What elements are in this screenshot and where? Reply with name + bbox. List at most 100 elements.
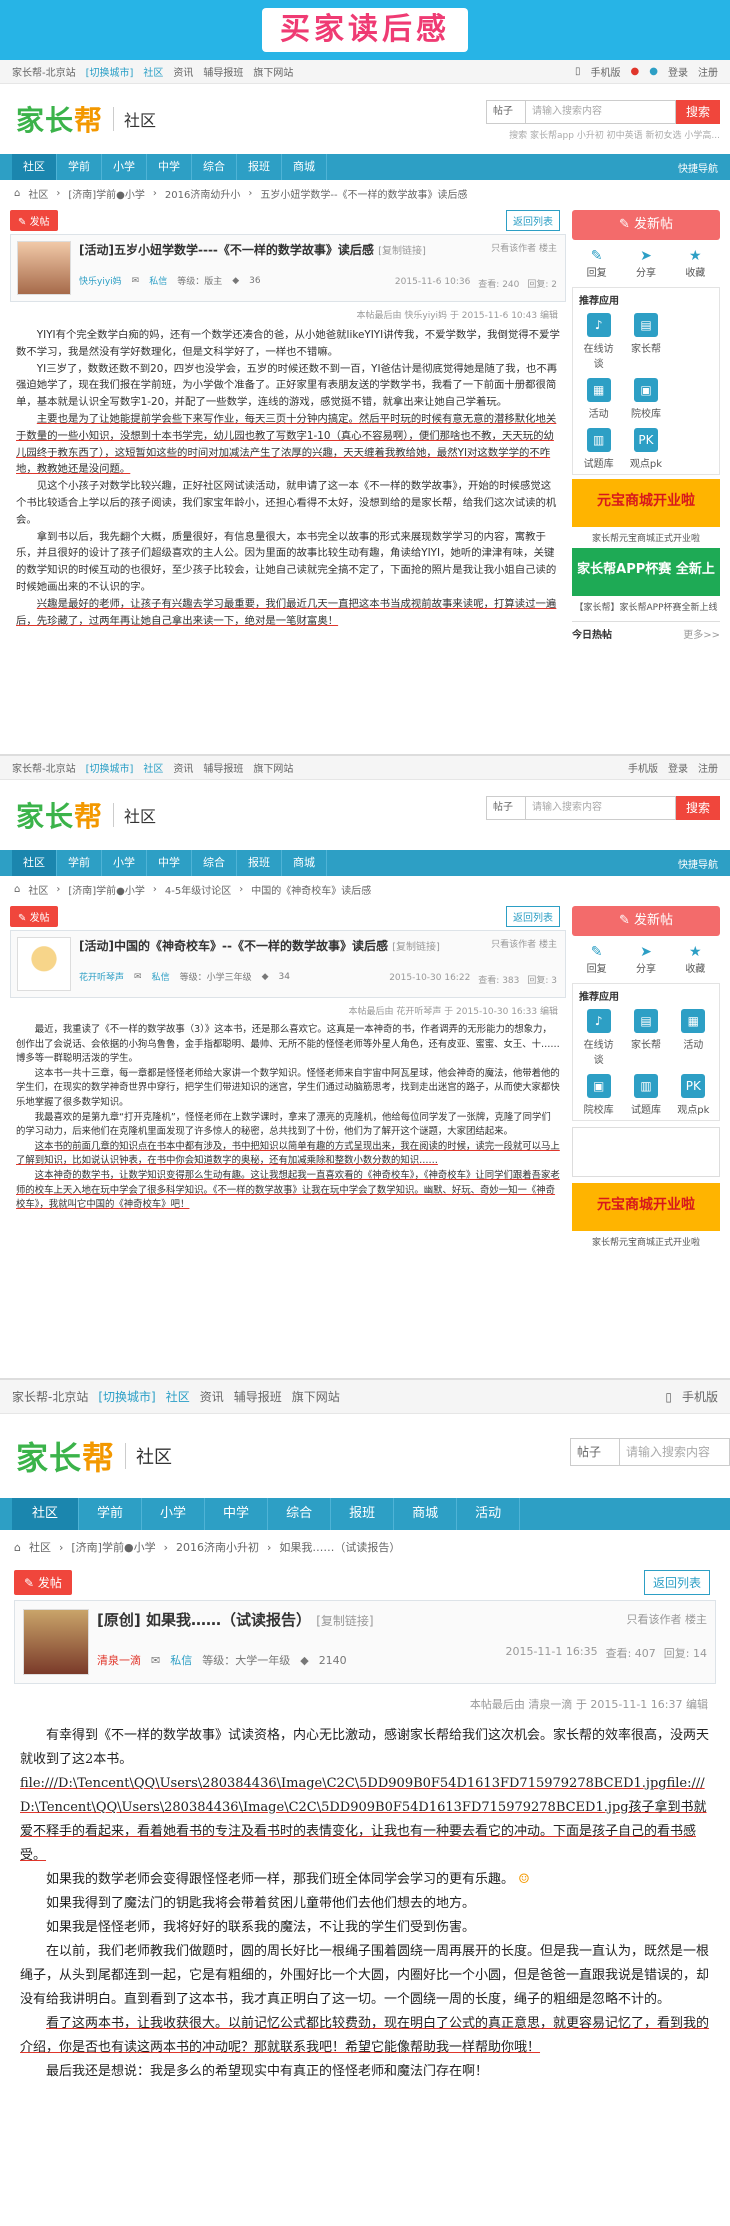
qq-icon[interactable]: ● [649, 66, 658, 77]
mall-ad-banner[interactable]: 元宝商城开业啦 [572, 1183, 720, 1231]
community-link[interactable]: 社区 [166, 1388, 190, 1405]
favorite-action[interactable]: ★ 收藏 [685, 248, 705, 279]
nav-preschool[interactable]: 学前 [57, 154, 102, 180]
avatar[interactable] [17, 241, 71, 295]
nav-community[interactable]: 社区 [12, 1498, 80, 1530]
copy-link[interactable]: [复制链接] [316, 1614, 373, 1628]
private-message-link[interactable]: 私信 [170, 1652, 192, 1668]
post-button[interactable]: ✎ 发帖 [10, 906, 58, 927]
quick-nav[interactable]: 快捷导航 [678, 160, 718, 175]
post-button[interactable]: ✎ 发帖 [14, 1570, 72, 1595]
mobile-link[interactable]: 手机版 [591, 64, 621, 79]
site-logo[interactable]: 家长帮 [16, 1433, 115, 1479]
news-link[interactable]: 资讯 [200, 1388, 224, 1405]
app-exams[interactable]: ▥ 试题库 [626, 1074, 665, 1116]
breadcrumb-item[interactable]: [济南]学前●小学 [71, 1539, 155, 1555]
nav-classes[interactable]: 报班 [237, 850, 282, 876]
register-link[interactable]: 注册 [698, 760, 718, 775]
app-schools[interactable]: ▣ 院校库 [579, 1074, 618, 1116]
private-message-link[interactable]: 私信 [149, 274, 167, 287]
back-to-list-button[interactable]: 返回列表 [506, 906, 560, 927]
nav-general[interactable]: 综合 [192, 154, 237, 180]
app-exams[interactable]: ▥ 试题库 [579, 428, 618, 470]
hot-search-words[interactable]: 搜索 家长帮app 小升初 初中英语 新初女选 小学高... [509, 128, 720, 141]
app-jiazhangbang[interactable]: ▤ 家长帮 [626, 1009, 665, 1066]
weibo-icon[interactable]: ● [631, 66, 640, 77]
app-jiazhangbang[interactable]: ▤ 家长帮 [626, 313, 665, 370]
nav-community[interactable]: 社区 [12, 154, 57, 180]
home-icon[interactable]: ⌂ [14, 884, 20, 895]
apply-link[interactable]: 辅导报班 [203, 64, 243, 79]
mall-ad-caption[interactable]: 家长帮元宝商城正式开业啦 [572, 531, 720, 544]
private-message-link[interactable]: 私信 [152, 970, 170, 983]
app-pk[interactable]: PK 观点pk [626, 428, 665, 470]
breadcrumb-item[interactable]: 4-5年级讨论区 [165, 882, 231, 897]
only-author-link[interactable]: 只看该作者 [627, 1613, 682, 1626]
reply-action[interactable]: ✎ 回复 [587, 944, 607, 975]
quick-nav[interactable]: 快捷导航 [678, 856, 718, 871]
message-icon[interactable]: ✉ [134, 972, 142, 982]
site-logo[interactable]: 家长帮 [16, 99, 103, 139]
app-activity[interactable]: ▦ 活动 [674, 1009, 713, 1066]
nav-primary[interactable]: 小学 [102, 850, 147, 876]
more-link[interactable]: 更多>> [683, 626, 720, 641]
back-to-list-button[interactable]: 返回列表 [506, 210, 560, 231]
author-name[interactable]: 快乐yiyi妈 [79, 274, 122, 287]
app-contest-caption[interactable]: 【家长帮】家长帮APP杯赛全新上线 [572, 600, 720, 613]
message-icon[interactable]: ✉ [132, 276, 140, 286]
avatar[interactable] [17, 937, 71, 991]
message-icon[interactable]: ✉ [151, 1654, 160, 1667]
new-post-button[interactable]: ✎ 发新帖 [572, 906, 720, 936]
search-input[interactable]: 请输入搜索内容 [620, 1438, 730, 1466]
nav-mall[interactable]: 商城 [394, 1498, 458, 1530]
apply-link[interactable]: 辅导报班 [203, 760, 243, 775]
login-link[interactable]: 登录 [668, 760, 688, 775]
site-logo[interactable]: 家长帮 [16, 795, 103, 835]
home-icon[interactable]: ⌂ [14, 188, 20, 199]
mall-ad-caption[interactable]: 家长帮元宝商城正式开业啦 [572, 1235, 720, 1248]
nav-mall[interactable]: 商城 [282, 850, 327, 876]
nav-primary[interactable]: 小学 [102, 154, 147, 180]
switch-city-link[interactable]: [切换城市] [86, 64, 134, 79]
search-button[interactable]: 搜索 [676, 100, 720, 124]
search-type-select[interactable]: 帖子 [570, 1438, 620, 1466]
author-name[interactable]: 清泉一滴 [97, 1652, 141, 1668]
nav-middle[interactable]: 中学 [147, 154, 192, 180]
login-link[interactable]: 登录 [668, 64, 688, 79]
reply-action[interactable]: ✎ 回复 [587, 248, 607, 279]
copy-link[interactable]: [复制链接] [392, 942, 440, 953]
sub-sites-link[interactable]: 旗下网站 [253, 64, 293, 79]
nav-activity[interactable]: 活动 [457, 1498, 521, 1530]
app-activity[interactable]: ▦ 活动 [579, 378, 618, 420]
nav-preschool[interactable]: 学前 [57, 850, 102, 876]
nav-mall[interactable]: 商城 [282, 154, 327, 180]
nav-general[interactable]: 综合 [192, 850, 237, 876]
nav-classes[interactable]: 报班 [331, 1498, 395, 1530]
home-icon[interactable]: ⌂ [14, 1541, 21, 1554]
nav-general[interactable]: 综合 [268, 1498, 332, 1530]
community-link[interactable]: 社区 [143, 760, 163, 775]
share-action[interactable]: ➤ 分享 [636, 248, 656, 279]
nav-preschool[interactable]: 学前 [79, 1498, 143, 1530]
breadcrumb-item[interactable]: 2016济南幼升小 [165, 186, 240, 201]
nav-middle[interactable]: 中学 [147, 850, 192, 876]
new-post-button[interactable]: ✎ 发新帖 [572, 210, 720, 240]
breadcrumb-item[interactable]: 社区 [28, 186, 48, 201]
back-to-list-button[interactable]: 返回列表 [643, 1570, 710, 1595]
post-button[interactable]: ✎ 发帖 [10, 210, 58, 231]
breadcrumb-item[interactable]: [济南]学前●小学 [68, 882, 145, 897]
app-schools[interactable]: ▣ 院校库 [626, 378, 665, 420]
mobile-link[interactable]: 手机版 [628, 760, 658, 775]
community-link[interactable]: 社区 [143, 64, 163, 79]
register-link[interactable]: 注册 [698, 64, 718, 79]
only-author-link[interactable]: 只看该作者 [491, 940, 536, 950]
nav-community[interactable]: 社区 [12, 850, 57, 876]
nav-middle[interactable]: 中学 [205, 1498, 269, 1530]
app-pk[interactable]: PK 观点pk [674, 1074, 713, 1116]
author-name[interactable]: 花开听琴声 [79, 970, 124, 983]
search-type-select[interactable]: 帖子 [486, 100, 526, 124]
nav-primary[interactable]: 小学 [142, 1498, 206, 1530]
sub-sites-link[interactable]: 旗下网站 [292, 1388, 340, 1405]
breadcrumb-item[interactable]: 社区 [29, 1539, 51, 1555]
search-input[interactable]: 请输入搜索内容 [526, 796, 676, 820]
